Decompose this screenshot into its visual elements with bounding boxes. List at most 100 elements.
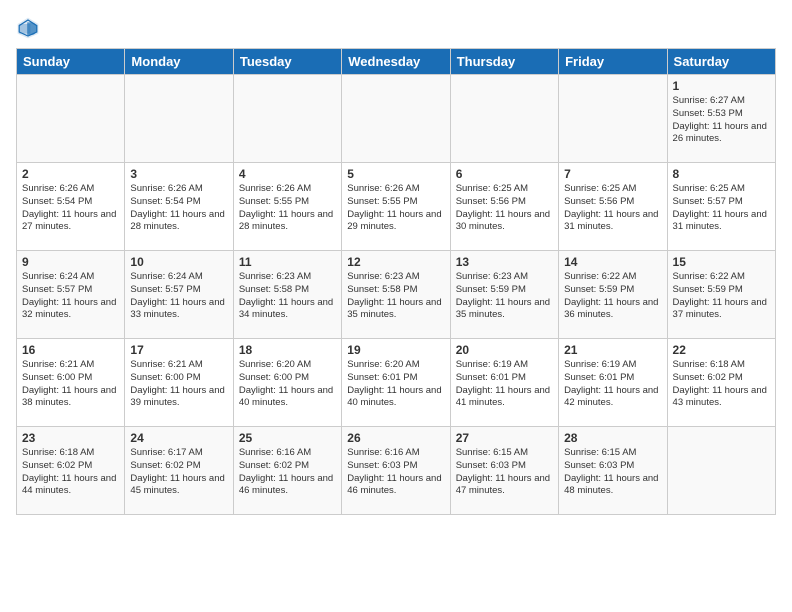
calendar-week-row: 9Sunrise: 6:24 AM Sunset: 5:57 PM Daylig…: [17, 251, 776, 339]
day-info-text: Sunrise: 6:16 AM Sunset: 6:03 PM Dayligh…: [347, 447, 444, 498]
calendar-header-row: SundayMondayTuesdayWednesdayThursdayFrid…: [17, 49, 776, 75]
day-info-text: Sunrise: 6:18 AM Sunset: 6:02 PM Dayligh…: [22, 447, 119, 498]
calendar-day-cell: 20 Sunrise: 6:19 AM Sunset: 6:01 PM Dayli…: [450, 339, 558, 427]
calendar-day-cell: 25 Sunrise: 6:16 AM Sunset: 6:02 PM Dayli…: [233, 427, 341, 515]
calendar-day-cell: 4Sunrise: 6:26 AM Sunset: 5:55 PM Daylig…: [233, 163, 341, 251]
calendar-day-cell: 28Sunrise: 6:15 AM Sunset: 6:03 PM Dayli…: [559, 427, 667, 515]
calendar-day-cell: [17, 75, 125, 163]
calendar-day-cell: 5 Sunrise: 6:26 AM Sunset: 5:55 PM Daylig…: [342, 163, 450, 251]
weekday-header-saturday: Saturday: [667, 49, 775, 75]
calendar-day-cell: 13 Sunrise: 6:23 AM Sunset: 5:59 PM Dayli…: [450, 251, 558, 339]
calendar-week-row: 1 Sunrise: 6:27 AM Sunset: 5:53 PM Daylig…: [17, 75, 776, 163]
day-number: 2: [22, 167, 119, 181]
day-number: 17: [130, 343, 227, 357]
day-number: 10: [130, 255, 227, 269]
calendar-day-cell: [342, 75, 450, 163]
day-info-text: Sunrise: 6:26 AM Sunset: 5:54 PM Dayligh…: [130, 183, 227, 234]
calendar-day-cell: [125, 75, 233, 163]
day-number: 26: [347, 431, 444, 445]
calendar-day-cell: 19 Sunrise: 6:20 AM Sunset: 6:01 PM Dayli…: [342, 339, 450, 427]
logo-icon: [16, 16, 40, 40]
day-number: 11: [239, 255, 336, 269]
calendar-day-cell: [559, 75, 667, 163]
weekday-header-wednesday: Wednesday: [342, 49, 450, 75]
day-number: 15: [673, 255, 770, 269]
day-info-text: Sunrise: 6:15 AM Sunset: 6:03 PM Dayligh…: [456, 447, 553, 498]
calendar-day-cell: 7 Sunrise: 6:25 AM Sunset: 5:56 PM Daylig…: [559, 163, 667, 251]
calendar-day-cell: 12Sunrise: 6:23 AM Sunset: 5:58 PM Dayli…: [342, 251, 450, 339]
calendar-day-cell: 26 Sunrise: 6:16 AM Sunset: 6:03 PM Dayli…: [342, 427, 450, 515]
day-info-text: Sunrise: 6:23 AM Sunset: 5:58 PM Dayligh…: [239, 271, 336, 322]
day-info-text: Sunrise: 6:20 AM Sunset: 6:00 PM Dayligh…: [239, 359, 336, 410]
day-info-text: Sunrise: 6:15 AM Sunset: 6:03 PM Dayligh…: [564, 447, 661, 498]
calendar-table: SundayMondayTuesdayWednesdayThursdayFrid…: [16, 48, 776, 515]
day-number: 7: [564, 167, 661, 181]
calendar-day-cell: 21 Sunrise: 6:19 AM Sunset: 6:01 PM Dayli…: [559, 339, 667, 427]
day-info-text: Sunrise: 6:26 AM Sunset: 5:55 PM Dayligh…: [239, 183, 336, 234]
calendar-day-cell: 16 Sunrise: 6:21 AM Sunset: 6:00 PM Dayli…: [17, 339, 125, 427]
day-number: 20: [456, 343, 553, 357]
day-number: 12: [347, 255, 444, 269]
day-number: 19: [347, 343, 444, 357]
calendar-day-cell: [450, 75, 558, 163]
day-info-text: Sunrise: 6:23 AM Sunset: 5:59 PM Dayligh…: [456, 271, 553, 322]
calendar-week-row: 23 Sunrise: 6:18 AM Sunset: 6:02 PM Dayli…: [17, 427, 776, 515]
logo: [16, 16, 44, 40]
day-info-text: Sunrise: 6:24 AM Sunset: 5:57 PM Dayligh…: [22, 271, 119, 322]
day-info-text: Sunrise: 6:27 AM Sunset: 5:53 PM Dayligh…: [673, 95, 770, 146]
day-info-text: Sunrise: 6:19 AM Sunset: 6:01 PM Dayligh…: [564, 359, 661, 410]
day-number: 22: [673, 343, 770, 357]
calendar-day-cell: 15 Sunrise: 6:22 AM Sunset: 5:59 PM Dayli…: [667, 251, 775, 339]
calendar-day-cell: 2 Sunrise: 6:26 AM Sunset: 5:54 PM Daylig…: [17, 163, 125, 251]
day-info-text: Sunrise: 6:25 AM Sunset: 5:57 PM Dayligh…: [673, 183, 770, 234]
calendar-day-cell: 9Sunrise: 6:24 AM Sunset: 5:57 PM Daylig…: [17, 251, 125, 339]
day-number: 23: [22, 431, 119, 445]
day-number: 3: [130, 167, 227, 181]
day-number: 8: [673, 167, 770, 181]
calendar-day-cell: 18 Sunrise: 6:20 AM Sunset: 6:00 PM Dayli…: [233, 339, 341, 427]
day-info-text: Sunrise: 6:17 AM Sunset: 6:02 PM Dayligh…: [130, 447, 227, 498]
day-number: 16: [22, 343, 119, 357]
day-info-text: Sunrise: 6:22 AM Sunset: 5:59 PM Dayligh…: [673, 271, 770, 322]
weekday-header-friday: Friday: [559, 49, 667, 75]
calendar-day-cell: [233, 75, 341, 163]
day-info-text: Sunrise: 6:25 AM Sunset: 5:56 PM Dayligh…: [564, 183, 661, 234]
day-number: 1: [673, 79, 770, 93]
calendar-day-cell: [667, 427, 775, 515]
day-info-text: Sunrise: 6:18 AM Sunset: 6:02 PM Dayligh…: [673, 359, 770, 410]
day-number: 27: [456, 431, 553, 445]
day-number: 25: [239, 431, 336, 445]
day-info-text: Sunrise: 6:21 AM Sunset: 6:00 PM Dayligh…: [130, 359, 227, 410]
calendar-week-row: 16 Sunrise: 6:21 AM Sunset: 6:00 PM Dayli…: [17, 339, 776, 427]
weekday-header-thursday: Thursday: [450, 49, 558, 75]
calendar-day-cell: 11 Sunrise: 6:23 AM Sunset: 5:58 PM Dayli…: [233, 251, 341, 339]
day-number: 14: [564, 255, 661, 269]
weekday-header-monday: Monday: [125, 49, 233, 75]
day-number: 13: [456, 255, 553, 269]
day-number: 18: [239, 343, 336, 357]
calendar-week-row: 2 Sunrise: 6:26 AM Sunset: 5:54 PM Daylig…: [17, 163, 776, 251]
day-info-text: Sunrise: 6:26 AM Sunset: 5:54 PM Dayligh…: [22, 183, 119, 234]
calendar-day-cell: 17 Sunrise: 6:21 AM Sunset: 6:00 PM Dayli…: [125, 339, 233, 427]
day-info-text: Sunrise: 6:21 AM Sunset: 6:00 PM Dayligh…: [22, 359, 119, 410]
weekday-header-sunday: Sunday: [17, 49, 125, 75]
calendar-day-cell: 10Sunrise: 6:24 AM Sunset: 5:57 PM Dayli…: [125, 251, 233, 339]
weekday-header-tuesday: Tuesday: [233, 49, 341, 75]
day-info-text: Sunrise: 6:25 AM Sunset: 5:56 PM Dayligh…: [456, 183, 553, 234]
calendar-day-cell: 6 Sunrise: 6:25 AM Sunset: 5:56 PM Daylig…: [450, 163, 558, 251]
calendar-day-cell: 14 Sunrise: 6:22 AM Sunset: 5:59 PM Dayli…: [559, 251, 667, 339]
day-info-text: Sunrise: 6:19 AM Sunset: 6:01 PM Dayligh…: [456, 359, 553, 410]
calendar-day-cell: 3 Sunrise: 6:26 AM Sunset: 5:54 PM Daylig…: [125, 163, 233, 251]
day-info-text: Sunrise: 6:20 AM Sunset: 6:01 PM Dayligh…: [347, 359, 444, 410]
calendar-day-cell: 27 Sunrise: 6:15 AM Sunset: 6:03 PM Dayli…: [450, 427, 558, 515]
day-number: 21: [564, 343, 661, 357]
page-header: [16, 16, 776, 40]
day-number: 5: [347, 167, 444, 181]
calendar-day-cell: 22 Sunrise: 6:18 AM Sunset: 6:02 PM Dayli…: [667, 339, 775, 427]
day-number: 24: [130, 431, 227, 445]
day-info-text: Sunrise: 6:22 AM Sunset: 5:59 PM Dayligh…: [564, 271, 661, 322]
calendar-day-cell: 23 Sunrise: 6:18 AM Sunset: 6:02 PM Dayli…: [17, 427, 125, 515]
day-info-text: Sunrise: 6:26 AM Sunset: 5:55 PM Dayligh…: [347, 183, 444, 234]
day-info-text: Sunrise: 6:16 AM Sunset: 6:02 PM Dayligh…: [239, 447, 336, 498]
day-number: 6: [456, 167, 553, 181]
